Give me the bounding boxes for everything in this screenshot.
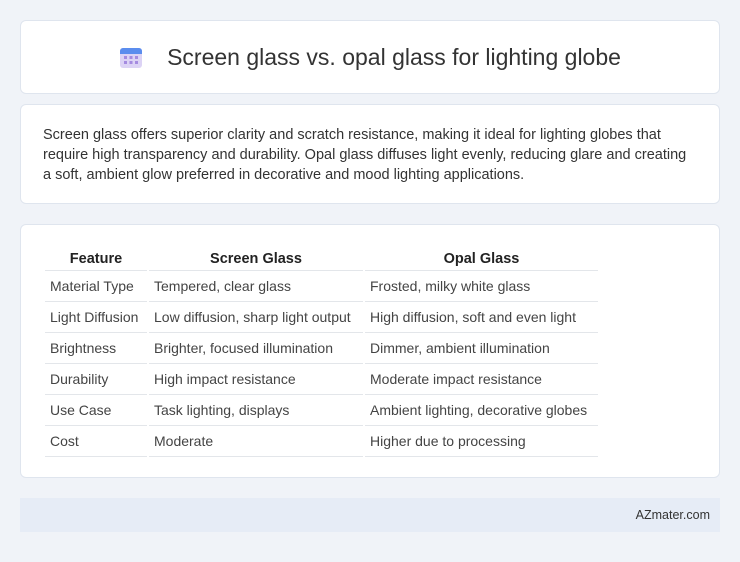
column-header-feature: Feature [45, 247, 147, 271]
calendar-icon [119, 45, 143, 69]
footer: AZmater.com [20, 498, 720, 532]
feature-cell: Cost [45, 426, 147, 457]
screen-glass-cell: High impact resistance [149, 364, 363, 395]
opal-glass-cell: Higher due to processing [365, 426, 598, 457]
screen-glass-cell: Moderate [149, 426, 363, 457]
screen-glass-cell: Task lighting, displays [149, 395, 363, 426]
table-row: Use Case Task lighting, displays Ambient… [45, 395, 598, 426]
column-header-screen-glass: Screen Glass [149, 247, 363, 271]
feature-cell: Light Diffusion [45, 302, 147, 333]
opal-glass-cell: High diffusion, soft and even light [365, 302, 598, 333]
screen-glass-cell: Tempered, clear glass [149, 271, 363, 302]
table-row: Durability High impact resistance Modera… [45, 364, 598, 395]
table-row: Cost Moderate Higher due to processing [45, 426, 598, 457]
opal-glass-cell: Frosted, milky white glass [365, 271, 598, 302]
footer-site-link[interactable]: AZmater.com [636, 508, 710, 522]
screen-glass-cell: Brighter, focused illumination [149, 333, 363, 364]
feature-cell: Durability [45, 364, 147, 395]
feature-cell: Material Type [45, 271, 147, 302]
table-header-row: Feature Screen Glass Opal Glass [45, 247, 598, 271]
intro-text: Screen glass offers superior clarity and… [43, 127, 687, 183]
intro-card: Screen glass offers superior clarity and… [20, 104, 720, 204]
feature-cell: Brightness [45, 333, 147, 364]
feature-cell: Use Case [45, 395, 147, 426]
opal-glass-cell: Moderate impact resistance [365, 364, 598, 395]
page-title: Screen glass vs. opal glass for lighting… [167, 43, 621, 70]
opal-glass-cell: Dimmer, ambient illumination [365, 333, 598, 364]
table-row: Material Type Tempered, clear glass Fros… [45, 271, 598, 302]
comparison-table: Feature Screen Glass Opal Glass Material… [43, 247, 600, 457]
table-card: Feature Screen Glass Opal Glass Material… [20, 224, 720, 478]
table-row: Light Diffusion Low diffusion, sharp lig… [45, 302, 598, 333]
opal-glass-cell: Ambient lighting, decorative globes [365, 395, 598, 426]
column-header-opal-glass: Opal Glass [365, 247, 598, 271]
table-row: Brightness Brighter, focused illuminatio… [45, 333, 598, 364]
title-card: Screen glass vs. opal glass for lighting… [20, 20, 720, 94]
screen-glass-cell: Low diffusion, sharp light output [149, 302, 363, 333]
